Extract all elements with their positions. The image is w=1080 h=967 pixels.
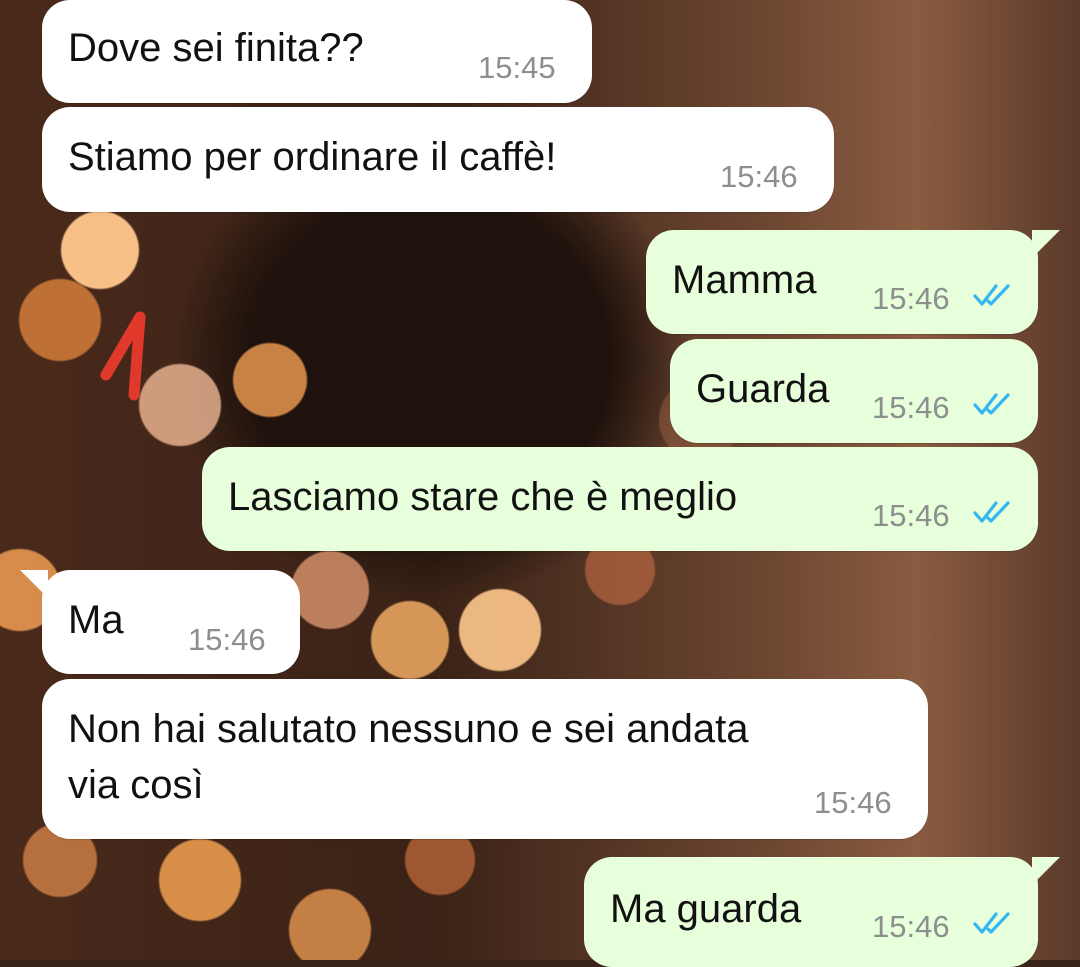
message-time: 15:46	[872, 909, 950, 944]
message-bubble-outgoing[interactable]: Lasciamo stare che è meglio 15:46	[202, 447, 1038, 551]
message-bubble-outgoing[interactable]: Ma guarda 15:46	[584, 857, 1060, 967]
message-time: 15:45	[478, 50, 556, 85]
message-time: 15:46	[872, 390, 950, 425]
double-check-read-icon	[973, 393, 1010, 415]
message-bubble-outgoing[interactable]: Mamma 15:46	[646, 230, 1060, 334]
message-bubble-incoming[interactable]: Non hai salutato nessuno e sei andata vi…	[42, 679, 928, 839]
message-time: 15:46	[720, 159, 798, 194]
message-text: Stiamo per ordinare il caffè!	[68, 135, 557, 179]
message-bubble-incoming[interactable]: Dove sei finita?? 15:45	[42, 0, 592, 103]
message-time: 15:46	[872, 498, 950, 533]
message-time: 15:46	[188, 622, 266, 657]
message-text: Mamma	[672, 258, 817, 302]
red-stroke-mark	[100, 311, 146, 401]
double-check-read-icon	[973, 501, 1010, 523]
message-time: 15:46	[814, 785, 892, 820]
message-text: Ma	[68, 598, 124, 642]
message-text: Non hai salutato nessuno e sei andata vi…	[68, 707, 749, 807]
message-text: Lasciamo stare che è meglio	[228, 475, 738, 519]
message-text: Guarda	[696, 367, 830, 411]
message-text: Ma guarda	[610, 887, 802, 931]
message-text: Dove sei finita??	[68, 26, 364, 70]
message-bubble-outgoing[interactable]: Guarda 15:46	[670, 339, 1038, 443]
message-bubble-incoming[interactable]: Stiamo per ordinare il caffè! 15:46	[42, 107, 834, 212]
message-bubble-incoming[interactable]: Ma 15:46	[20, 570, 300, 674]
double-check-read-icon	[973, 912, 1010, 934]
double-check-read-icon	[973, 284, 1010, 306]
message-time: 15:46	[872, 281, 950, 316]
